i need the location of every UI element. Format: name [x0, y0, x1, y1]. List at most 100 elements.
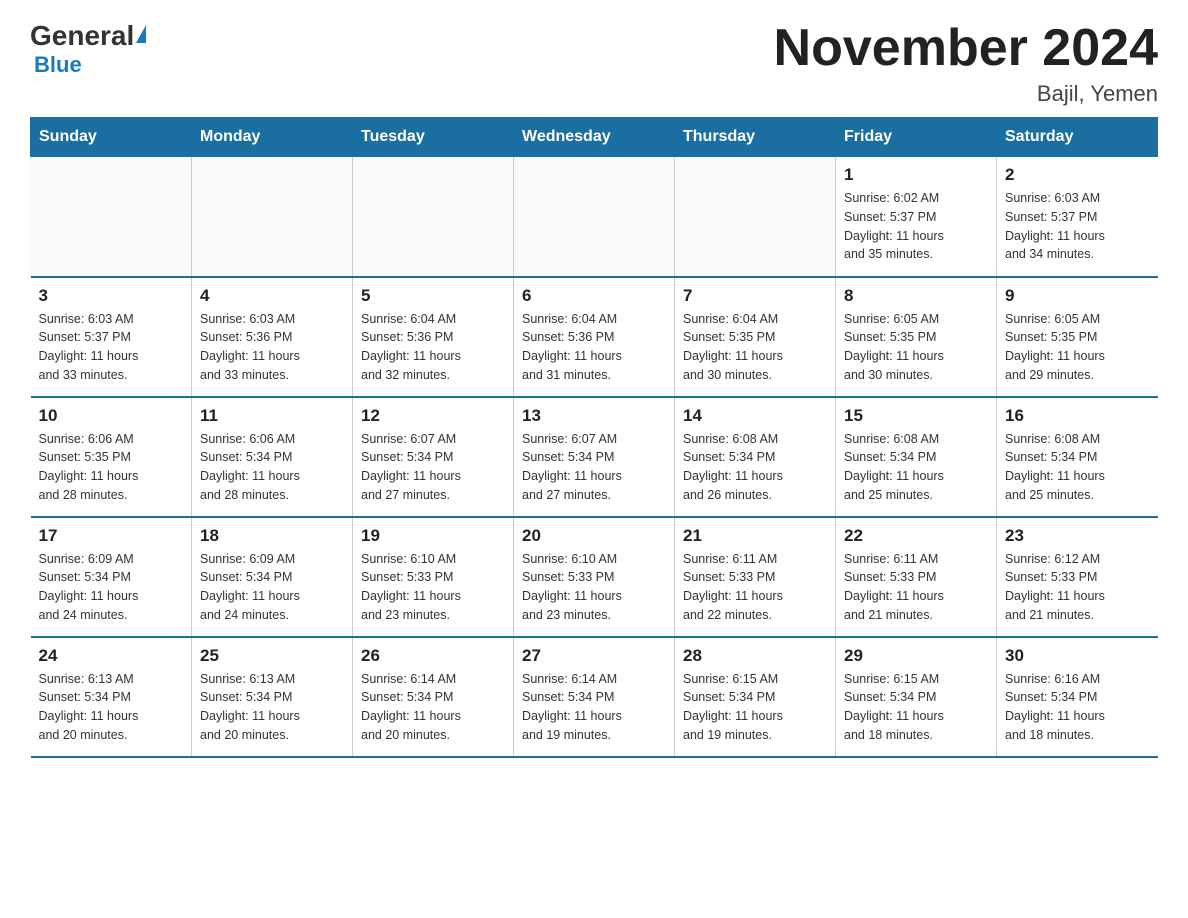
- table-row: 19 Sunrise: 6:10 AM Sunset: 5:33 PM Dayli…: [353, 517, 514, 637]
- day-number: 16: [1005, 406, 1150, 426]
- table-row: 25Sunrise: 6:13 AM Sunset: 5:34 PM Dayli…: [192, 637, 353, 757]
- table-row: 14 Sunrise: 6:08 AM Sunset: 5:34 PM Dayli…: [675, 397, 836, 517]
- day-number: 10: [39, 406, 184, 426]
- day-info: Sunrise: 6:14 AM Sunset: 5:34 PM Dayligh…: [361, 670, 505, 745]
- day-info: Sunrise: 6:09 AM Sunset: 5:34 PM Dayligh…: [39, 550, 184, 625]
- table-row: 13Sunrise: 6:07 AM Sunset: 5:34 PM Dayli…: [514, 397, 675, 517]
- logo-text: General: [30, 20, 146, 52]
- location-label: Bajil, Yemen: [774, 81, 1158, 107]
- calendar-body: 1Sunrise: 6:02 AM Sunset: 5:37 PM Daylig…: [31, 157, 1158, 757]
- day-info: Sunrise: 6:13 AM Sunset: 5:34 PM Dayligh…: [39, 670, 184, 745]
- header-saturday: Saturday: [997, 118, 1158, 157]
- day-number: 6: [522, 286, 666, 306]
- day-number: 29: [844, 646, 988, 666]
- table-row: [192, 157, 353, 277]
- day-info: Sunrise: 6:10 AM Sunset: 5:33 PM Dayligh…: [522, 550, 666, 625]
- table-row: 29 Sunrise: 6:15 AM Sunset: 5:34 PM Dayli…: [836, 637, 997, 757]
- calendar-week-row: 17 Sunrise: 6:09 AM Sunset: 5:34 PM Dayli…: [31, 517, 1158, 637]
- table-row: 22Sunrise: 6:11 AM Sunset: 5:33 PM Dayli…: [836, 517, 997, 637]
- logo-triangle-icon: [136, 25, 146, 43]
- table-row: 5 Sunrise: 6:04 AM Sunset: 5:36 PM Daylig…: [353, 277, 514, 397]
- day-number: 12: [361, 406, 505, 426]
- table-row: 9 Sunrise: 6:05 AM Sunset: 5:35 PM Daylig…: [997, 277, 1158, 397]
- month-title: November 2024: [774, 20, 1158, 77]
- table-row: 10 Sunrise: 6:06 AM Sunset: 5:35 PM Dayli…: [31, 397, 192, 517]
- day-info: Sunrise: 6:07 AM Sunset: 5:34 PM Dayligh…: [361, 430, 505, 505]
- day-info: Sunrise: 6:08 AM Sunset: 5:34 PM Dayligh…: [844, 430, 988, 505]
- day-number: 19: [361, 526, 505, 546]
- table-row: 1Sunrise: 6:02 AM Sunset: 5:37 PM Daylig…: [836, 157, 997, 277]
- calendar-week-row: 24 Sunrise: 6:13 AM Sunset: 5:34 PM Dayli…: [31, 637, 1158, 757]
- calendar-table: Sunday Monday Tuesday Wednesday Thursday…: [30, 117, 1158, 758]
- day-info: Sunrise: 6:10 AM Sunset: 5:33 PM Dayligh…: [361, 550, 505, 625]
- day-number: 9: [1005, 286, 1150, 306]
- title-section: November 2024 Bajil, Yemen: [774, 20, 1158, 107]
- table-row: 6 Sunrise: 6:04 AM Sunset: 5:36 PM Daylig…: [514, 277, 675, 397]
- day-info: Sunrise: 6:16 AM Sunset: 5:34 PM Dayligh…: [1005, 670, 1150, 745]
- day-info: Sunrise: 6:08 AM Sunset: 5:34 PM Dayligh…: [1005, 430, 1150, 505]
- day-info: Sunrise: 6:08 AM Sunset: 5:34 PM Dayligh…: [683, 430, 827, 505]
- day-info: Sunrise: 6:03 AM Sunset: 5:36 PM Dayligh…: [200, 310, 344, 385]
- table-row: 3Sunrise: 6:03 AM Sunset: 5:37 PM Daylig…: [31, 277, 192, 397]
- table-row: 4 Sunrise: 6:03 AM Sunset: 5:36 PM Daylig…: [192, 277, 353, 397]
- day-info: Sunrise: 6:14 AM Sunset: 5:34 PM Dayligh…: [522, 670, 666, 745]
- day-info: Sunrise: 6:03 AM Sunset: 5:37 PM Dayligh…: [1005, 189, 1150, 264]
- day-info: Sunrise: 6:04 AM Sunset: 5:35 PM Dayligh…: [683, 310, 827, 385]
- table-row: 26Sunrise: 6:14 AM Sunset: 5:34 PM Dayli…: [353, 637, 514, 757]
- table-row: 18Sunrise: 6:09 AM Sunset: 5:34 PM Dayli…: [192, 517, 353, 637]
- table-row: [31, 157, 192, 277]
- calendar-week-row: 3Sunrise: 6:03 AM Sunset: 5:37 PM Daylig…: [31, 277, 1158, 397]
- table-row: [353, 157, 514, 277]
- table-row: [514, 157, 675, 277]
- day-number: 24: [39, 646, 184, 666]
- day-info: Sunrise: 6:04 AM Sunset: 5:36 PM Dayligh…: [361, 310, 505, 385]
- day-info: Sunrise: 6:12 AM Sunset: 5:33 PM Dayligh…: [1005, 550, 1150, 625]
- page-header: General Blue November 2024 Bajil, Yemen: [30, 20, 1158, 107]
- table-row: 27 Sunrise: 6:14 AM Sunset: 5:34 PM Dayli…: [514, 637, 675, 757]
- table-row: 12 Sunrise: 6:07 AM Sunset: 5:34 PM Dayli…: [353, 397, 514, 517]
- calendar-week-row: 10 Sunrise: 6:06 AM Sunset: 5:35 PM Dayli…: [31, 397, 1158, 517]
- calendar-header: Sunday Monday Tuesday Wednesday Thursday…: [31, 118, 1158, 157]
- day-number: 20: [522, 526, 666, 546]
- day-number: 30: [1005, 646, 1150, 666]
- day-info: Sunrise: 6:04 AM Sunset: 5:36 PM Dayligh…: [522, 310, 666, 385]
- day-info: Sunrise: 6:05 AM Sunset: 5:35 PM Dayligh…: [844, 310, 988, 385]
- day-info: Sunrise: 6:13 AM Sunset: 5:34 PM Dayligh…: [200, 670, 344, 745]
- day-number: 1: [844, 165, 988, 185]
- day-info: Sunrise: 6:11 AM Sunset: 5:33 PM Dayligh…: [683, 550, 827, 625]
- day-number: 14: [683, 406, 827, 426]
- day-info: Sunrise: 6:15 AM Sunset: 5:34 PM Dayligh…: [844, 670, 988, 745]
- logo-blue-text: Blue: [32, 52, 82, 78]
- day-number: 11: [200, 406, 344, 426]
- day-info: Sunrise: 6:05 AM Sunset: 5:35 PM Dayligh…: [1005, 310, 1150, 385]
- weekday-header-row: Sunday Monday Tuesday Wednesday Thursday…: [31, 118, 1158, 157]
- header-thursday: Thursday: [675, 118, 836, 157]
- table-row: 20 Sunrise: 6:10 AM Sunset: 5:33 PM Dayli…: [514, 517, 675, 637]
- day-info: Sunrise: 6:03 AM Sunset: 5:37 PM Dayligh…: [39, 310, 184, 385]
- day-info: Sunrise: 6:06 AM Sunset: 5:34 PM Dayligh…: [200, 430, 344, 505]
- table-row: 7 Sunrise: 6:04 AM Sunset: 5:35 PM Daylig…: [675, 277, 836, 397]
- table-row: 30 Sunrise: 6:16 AM Sunset: 5:34 PM Dayli…: [997, 637, 1158, 757]
- day-info: Sunrise: 6:06 AM Sunset: 5:35 PM Dayligh…: [39, 430, 184, 505]
- day-number: 21: [683, 526, 827, 546]
- day-number: 17: [39, 526, 184, 546]
- day-info: Sunrise: 6:15 AM Sunset: 5:34 PM Dayligh…: [683, 670, 827, 745]
- day-number: 8: [844, 286, 988, 306]
- header-sunday: Sunday: [31, 118, 192, 157]
- day-number: 5: [361, 286, 505, 306]
- table-row: 15Sunrise: 6:08 AM Sunset: 5:34 PM Dayli…: [836, 397, 997, 517]
- table-row: 21 Sunrise: 6:11 AM Sunset: 5:33 PM Dayli…: [675, 517, 836, 637]
- day-number: 27: [522, 646, 666, 666]
- table-row: 2Sunrise: 6:03 AM Sunset: 5:37 PM Daylig…: [997, 157, 1158, 277]
- table-row: 28 Sunrise: 6:15 AM Sunset: 5:34 PM Dayli…: [675, 637, 836, 757]
- header-tuesday: Tuesday: [353, 118, 514, 157]
- header-friday: Friday: [836, 118, 997, 157]
- day-number: 4: [200, 286, 344, 306]
- table-row: [675, 157, 836, 277]
- table-row: 16 Sunrise: 6:08 AM Sunset: 5:34 PM Dayli…: [997, 397, 1158, 517]
- day-number: 28: [683, 646, 827, 666]
- table-row: 23Sunrise: 6:12 AM Sunset: 5:33 PM Dayli…: [997, 517, 1158, 637]
- day-number: 7: [683, 286, 827, 306]
- table-row: 17 Sunrise: 6:09 AM Sunset: 5:34 PM Dayli…: [31, 517, 192, 637]
- day-info: Sunrise: 6:09 AM Sunset: 5:34 PM Dayligh…: [200, 550, 344, 625]
